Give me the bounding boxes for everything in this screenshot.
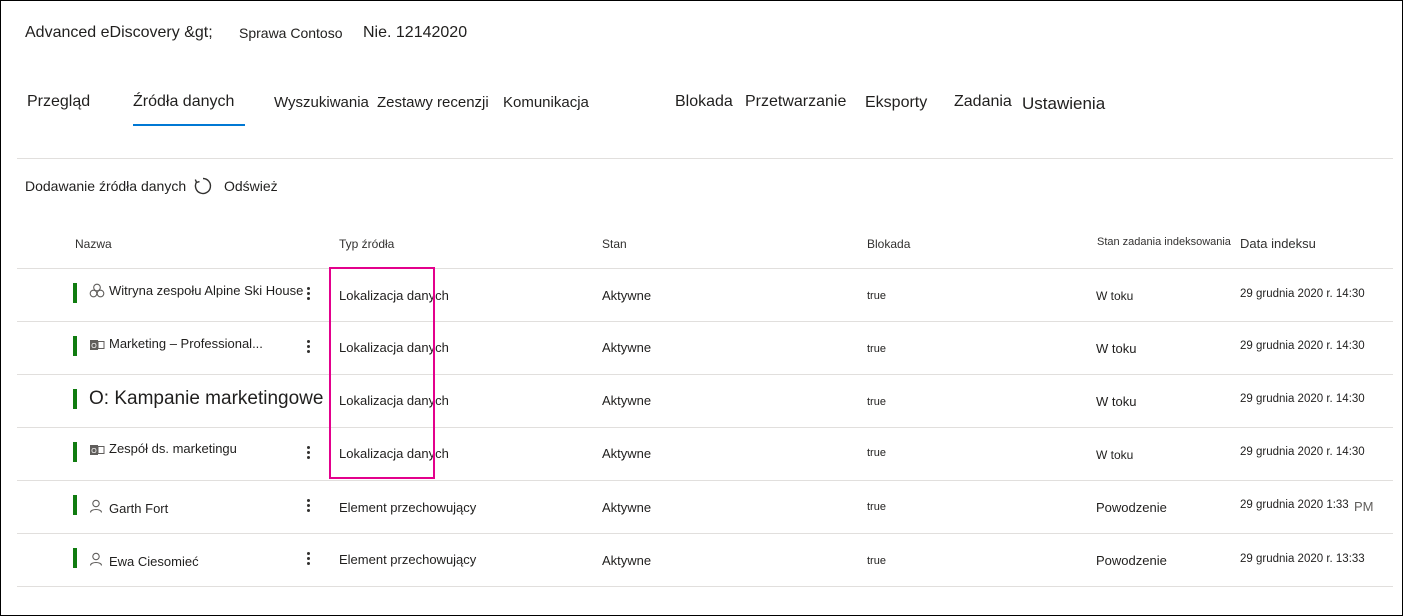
cell-index-date-suffix: PM xyxy=(1354,499,1374,514)
cell-hold: true xyxy=(867,290,886,302)
status-bar xyxy=(73,442,77,462)
tab-processing[interactable]: Przetwarzanie xyxy=(745,93,846,111)
breadcrumb-case-number: Nie. 12142020 xyxy=(363,24,468,41)
column-header-source-type[interactable]: Typ źródła xyxy=(339,237,394,251)
row-name[interactable]: Zespół ds. marketingu xyxy=(109,441,237,456)
cell-hold: true xyxy=(867,343,886,355)
cell-source-type: Element przechowujący xyxy=(339,552,477,567)
cell-index-status: W toku xyxy=(1096,341,1137,356)
refresh-icon[interactable] xyxy=(193,176,213,196)
cell-index-status: W toku xyxy=(1096,289,1134,303)
row-divider xyxy=(17,586,1393,587)
table-row[interactable]: Witryna zespołu Alpine Ski House Lokaliz… xyxy=(17,269,1393,321)
status-bar xyxy=(73,336,77,356)
tab-review-sets[interactable]: Zestawy recenzji xyxy=(377,94,489,111)
app-window: Advanced eDiscovery &gt; Sprawa Contoso … xyxy=(0,0,1403,616)
svg-text:O: O xyxy=(91,343,97,350)
cell-hold: true xyxy=(867,501,886,513)
table-row[interactable]: O Marketing – Professional... Lokalizacj… xyxy=(17,322,1393,374)
cell-status: Aktywne xyxy=(602,288,652,303)
table-row[interactable]: Garth Fort Element przechowujący Aktywne… xyxy=(17,481,1393,533)
cell-status: Aktywne xyxy=(602,393,652,408)
column-header-status[interactable]: Stan xyxy=(602,237,627,251)
cell-index-date: 29 grudnia 2020 r. 14:30 xyxy=(1240,340,1365,352)
cell-index-status: W toku xyxy=(1096,394,1137,409)
row-name[interactable]: O: Kampanie marketingowe xyxy=(89,388,323,410)
tab-jobs[interactable]: Zadania xyxy=(954,93,1012,111)
cell-status: Aktywne xyxy=(602,500,652,515)
cell-index-status: W toku xyxy=(1096,448,1134,462)
cell-index-date: 29 grudnia 2020 r. 14:30 xyxy=(1240,393,1365,405)
svg-text:O: O xyxy=(91,448,97,455)
tab-exports[interactable]: Eksporty xyxy=(865,94,927,112)
status-bar xyxy=(73,548,77,568)
cell-hold: true xyxy=(867,396,886,408)
person-icon xyxy=(89,499,103,513)
column-header-index-status[interactable]: Stan zadania indeksowania xyxy=(1097,236,1231,248)
row-name[interactable]: Witryna zespołu Alpine Ski House xyxy=(109,283,303,298)
cell-index-date: 29 grudnia 2020 1:33 xyxy=(1240,499,1349,511)
column-header-hold[interactable]: Blokada xyxy=(867,237,910,251)
status-bar xyxy=(73,495,77,515)
refresh-button[interactable]: Odśwież xyxy=(224,178,278,194)
cell-source-type: Element przechowujący xyxy=(339,500,477,515)
cell-hold: true xyxy=(867,447,886,459)
cell-index-date: 29 grudnia 2020 r. 13:33 xyxy=(1240,553,1365,565)
sharepoint-site-icon xyxy=(89,283,105,298)
more-options-button[interactable] xyxy=(301,550,315,570)
status-bar xyxy=(73,389,77,409)
row-name[interactable]: Marketing – Professional... xyxy=(109,336,263,351)
active-tab-indicator xyxy=(133,124,245,126)
more-options-button[interactable] xyxy=(301,444,315,464)
cell-index-date: 29 grudnia 2020 r. 14:30 xyxy=(1240,288,1365,300)
breadcrumb-root[interactable]: Advanced eDiscovery &gt; xyxy=(25,24,213,42)
cell-status: Aktywne xyxy=(602,446,652,461)
table-row[interactable]: Ewa Ciesomieć Element przechowujący Akty… xyxy=(17,534,1393,586)
highlight-box xyxy=(329,267,435,479)
tab-hold[interactable]: Blokada xyxy=(675,93,733,111)
office-group-icon: O xyxy=(90,340,105,350)
breadcrumb-case[interactable]: Sprawa Contoso xyxy=(239,25,343,41)
row-name[interactable]: Garth Fort xyxy=(109,501,168,516)
cell-hold: true xyxy=(867,555,886,567)
office-group-icon: O xyxy=(90,445,105,455)
tab-settings[interactable]: Ustawienia xyxy=(1022,94,1105,114)
cell-index-date: 29 grudnia 2020 r. 14:30 xyxy=(1240,446,1365,458)
column-header-name[interactable]: Nazwa xyxy=(75,237,112,251)
row-name[interactable]: Ewa Ciesomieć xyxy=(109,554,199,569)
column-header-index-date[interactable]: Data indeksu xyxy=(1240,236,1316,251)
more-options-button[interactable] xyxy=(301,338,315,358)
cell-status: Aktywne xyxy=(602,553,652,568)
more-options-button[interactable] xyxy=(301,497,315,517)
tab-searches[interactable]: Wyszukiwania xyxy=(274,94,369,111)
tab-data-sources[interactable]: Źródła danych xyxy=(133,93,234,111)
cell-index-status: Powodzenie xyxy=(1096,500,1167,515)
status-bar xyxy=(73,283,77,303)
more-options-button[interactable] xyxy=(301,285,315,305)
cell-index-status: Powodzenie xyxy=(1096,553,1167,568)
cell-status: Aktywne xyxy=(602,340,652,355)
tab-communications[interactable]: Komunikacja xyxy=(503,94,589,111)
tab-overview[interactable]: Przegląd xyxy=(27,93,90,111)
table-row[interactable]: O Zespół ds. marketingu Lokalizacja dany… xyxy=(17,428,1393,480)
divider xyxy=(17,158,1393,159)
add-data-source-button[interactable]: Dodawanie źródła danych xyxy=(25,178,186,194)
person-icon xyxy=(89,552,103,566)
table-row[interactable]: O: Kampanie marketingowe Lokalizacja dan… xyxy=(17,375,1393,427)
